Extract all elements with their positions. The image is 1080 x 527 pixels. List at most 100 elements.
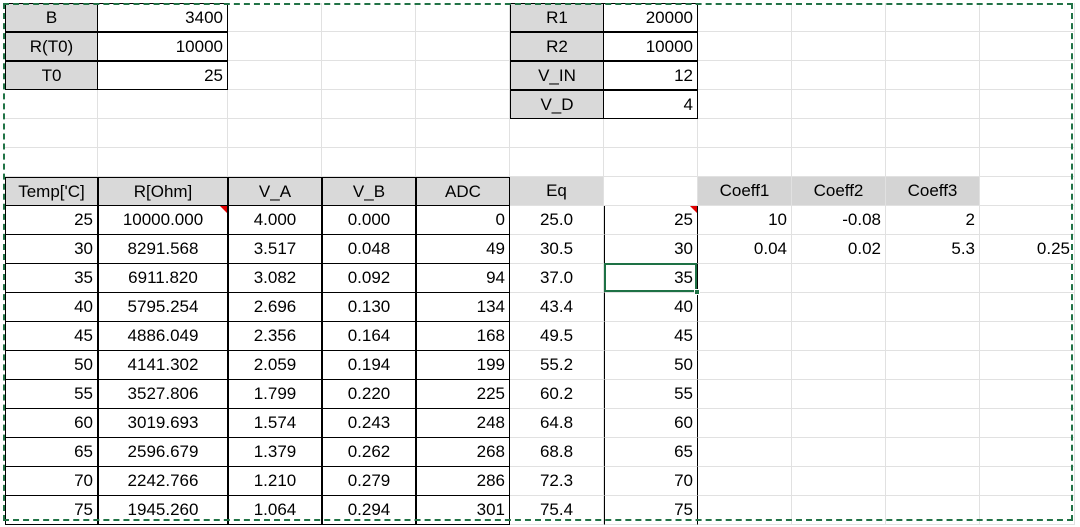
grid-cell[interactable] — [416, 90, 510, 119]
grid-cell[interactable] — [980, 293, 1075, 322]
grid-cell[interactable] — [792, 61, 886, 90]
table-cell-eq[interactable]: 75.4 — [510, 496, 604, 525]
table-cell-vb[interactable]: 0.279 — [322, 467, 416, 496]
grid-cell[interactable] — [698, 467, 792, 496]
coeff-header-cell[interactable]: Coeff1 — [698, 177, 792, 206]
grid-cell[interactable] — [698, 322, 792, 351]
table-cell-r[interactable]: 3019.693 — [98, 409, 228, 438]
table-cell-r[interactable]: 10000.000 — [98, 206, 228, 235]
grid-cell[interactable] — [792, 90, 886, 119]
grid-cell[interactable] — [980, 438, 1075, 467]
grid-cell[interactable] — [698, 293, 792, 322]
table-cell-vb[interactable]: 0.220 — [322, 380, 416, 409]
table-cell-temp[interactable]: 45 — [5, 322, 98, 351]
table-cell-adc[interactable]: 286 — [416, 467, 510, 496]
table-cell-adc[interactable]: 49 — [416, 235, 510, 264]
table-cell-ref[interactable]: 65 — [604, 438, 698, 467]
grid-cell[interactable] — [886, 90, 980, 119]
table-cell-temp[interactable]: 70 — [5, 467, 98, 496]
grid-cell[interactable] — [980, 351, 1075, 380]
param-label-cell[interactable]: T0 — [5, 61, 98, 90]
grid-cell[interactable] — [980, 496, 1075, 525]
table-cell-va[interactable]: 3.082 — [228, 264, 322, 293]
coeff-header-cell[interactable]: Coeff2 — [792, 177, 886, 206]
grid-cell[interactable] — [698, 438, 792, 467]
table-cell-r[interactable]: 8291.568 — [98, 235, 228, 264]
grid-cell[interactable] — [792, 3, 886, 32]
grid-cell[interactable] — [980, 467, 1075, 496]
grid-cell[interactable] — [416, 148, 510, 177]
grid-cell[interactable] — [322, 90, 416, 119]
grid-cell[interactable] — [980, 380, 1075, 409]
table-cell-vb[interactable]: 0.164 — [322, 322, 416, 351]
table-cell-va[interactable]: 4.000 — [228, 206, 322, 235]
grid-cell[interactable] — [604, 177, 698, 206]
table-cell-ref[interactable]: 50 — [604, 351, 698, 380]
table-cell-adc[interactable]: 0 — [416, 206, 510, 235]
table-cell-eq[interactable]: 60.2 — [510, 380, 604, 409]
table-cell-r[interactable]: 4886.049 — [98, 322, 228, 351]
table-cell-adc[interactable]: 199 — [416, 351, 510, 380]
grid-cell[interactable] — [792, 119, 886, 148]
table-cell-vb[interactable]: 0.194 — [322, 351, 416, 380]
grid-cell[interactable] — [5, 148, 98, 177]
param-label-cell[interactable]: B — [5, 3, 98, 32]
coeff-value-cell[interactable]: 10 — [698, 206, 792, 235]
table-cell-va[interactable]: 2.059 — [228, 351, 322, 380]
table-cell-eq[interactable]: 72.3 — [510, 467, 604, 496]
grid-cell[interactable] — [698, 148, 792, 177]
grid-cell[interactable] — [698, 3, 792, 32]
grid-cell[interactable] — [980, 3, 1075, 32]
table-cell-va[interactable]: 1.799 — [228, 380, 322, 409]
column-header-cell[interactable]: V_A — [228, 177, 322, 206]
param-value-cell[interactable]: 12 — [604, 61, 698, 90]
grid-cell[interactable] — [228, 148, 322, 177]
coeff-value-cell[interactable]: -0.08 — [792, 206, 886, 235]
table-cell-ref[interactable]: 70 — [604, 467, 698, 496]
table-cell-temp[interactable]: 40 — [5, 293, 98, 322]
grid-cell[interactable] — [604, 148, 698, 177]
grid-cell[interactable] — [792, 351, 886, 380]
grid-cell[interactable] — [698, 32, 792, 61]
table-cell-temp[interactable]: 50 — [5, 351, 98, 380]
grid-cell[interactable] — [886, 119, 980, 148]
grid-cell[interactable] — [886, 467, 980, 496]
table-cell-ref[interactable]: 35 — [604, 264, 698, 293]
table-cell-vb[interactable]: 0.294 — [322, 496, 416, 525]
grid-cell[interactable] — [698, 496, 792, 525]
table-cell-vb[interactable]: 0.092 — [322, 264, 416, 293]
grid-cell[interactable] — [886, 32, 980, 61]
table-cell-r[interactable]: 4141.302 — [98, 351, 228, 380]
table-cell-ref[interactable]: 55 — [604, 380, 698, 409]
table-cell-temp[interactable]: 60 — [5, 409, 98, 438]
param-value-cell[interactable]: 3400 — [98, 3, 228, 32]
grid-cell[interactable] — [792, 264, 886, 293]
coeff-value-cell[interactable]: 5.3 — [886, 235, 980, 264]
grid-cell[interactable] — [322, 3, 416, 32]
table-cell-va[interactable]: 3.517 — [228, 235, 322, 264]
grid-cell[interactable] — [886, 293, 980, 322]
grid-cell[interactable] — [698, 61, 792, 90]
grid-cell[interactable] — [792, 467, 886, 496]
coeff-value-cell[interactable]: 0.04 — [698, 235, 792, 264]
param-value-cell[interactable]: 25 — [98, 61, 228, 90]
grid-cell[interactable] — [510, 119, 604, 148]
grid-cell[interactable] — [416, 61, 510, 90]
param-value-cell[interactable]: 10000 — [604, 32, 698, 61]
param-label-cell[interactable]: R1 — [510, 3, 604, 32]
table-cell-vb[interactable]: 0.130 — [322, 293, 416, 322]
table-cell-temp[interactable]: 55 — [5, 380, 98, 409]
column-header-cell[interactable]: V_B — [322, 177, 416, 206]
grid-cell[interactable] — [792, 496, 886, 525]
table-cell-va[interactable]: 1.064 — [228, 496, 322, 525]
grid-cell[interactable] — [98, 90, 228, 119]
table-cell-eq[interactable]: 55.2 — [510, 351, 604, 380]
table-cell-va[interactable]: 1.574 — [228, 409, 322, 438]
table-cell-ref[interactable]: 60 — [604, 409, 698, 438]
grid-cell[interactable] — [792, 438, 886, 467]
grid-cell[interactable] — [698, 380, 792, 409]
table-cell-r[interactable]: 1945.260 — [98, 496, 228, 525]
grid-cell[interactable] — [792, 32, 886, 61]
grid-cell[interactable] — [792, 380, 886, 409]
table-cell-adc[interactable]: 94 — [416, 264, 510, 293]
